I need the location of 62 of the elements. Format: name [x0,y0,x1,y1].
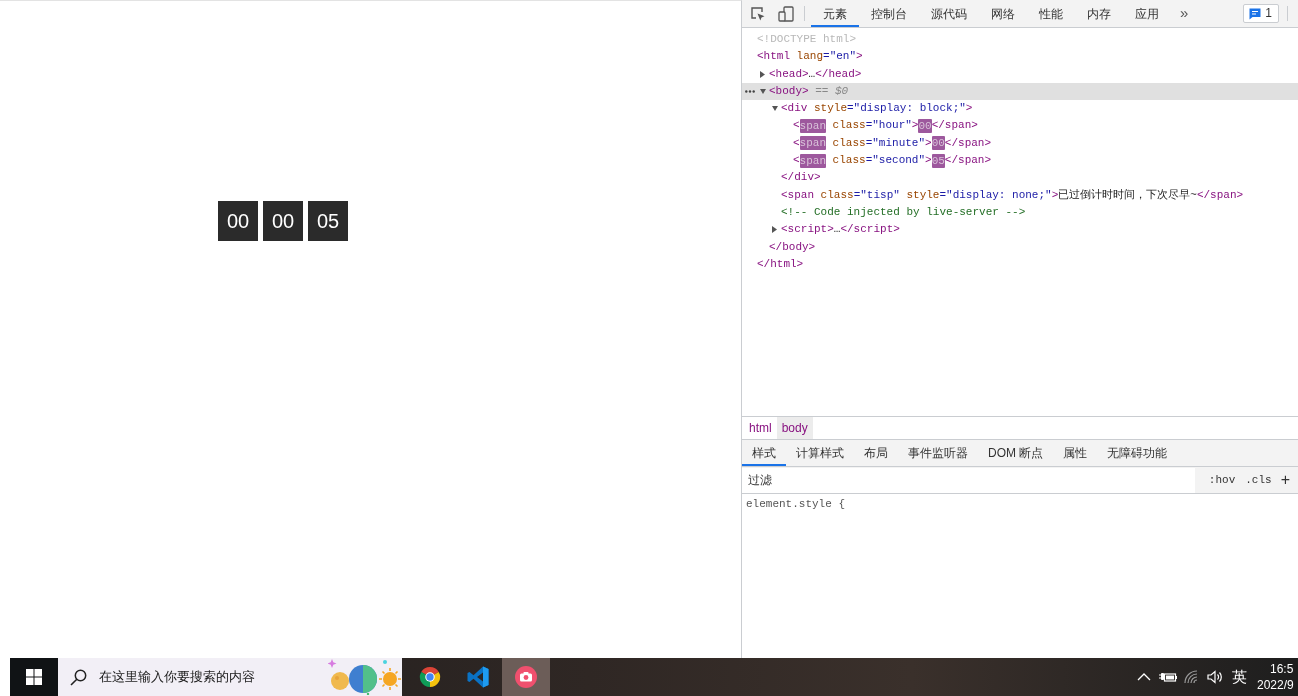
countdown-digits: 05 [308,201,348,241]
search-field[interactable]: 在这里输入你要搜索的内容 [99,667,328,687]
phone-tablet-icon [778,5,794,22]
styles-pane-tab[interactable]: 事件监听器 [898,440,978,467]
wifi-icon[interactable] [1184,670,1200,684]
message-icon [1249,7,1262,20]
ellipsis-icon[interactable] [745,89,755,93]
panel-tab[interactable]: 网络 [979,0,1027,27]
input-method-indicator[interactable]: 英 [1226,665,1252,689]
planets-illustration-icon [328,659,402,695]
styles-pane-tab[interactable]: 无障碍功能 [1097,440,1178,467]
styles-pane-tab[interactable]: 属性 [1053,440,1098,467]
dom-tree-node[interactable]: <html lang="en"> [742,48,1298,66]
dom-tree-node[interactable]: <span class="minute">00</span> [742,134,1298,153]
search-icon[interactable] [70,668,87,686]
cursor-in-box-icon [750,5,766,22]
circle-logo-icon [419,666,441,688]
new-rule-button[interactable]: + [1276,468,1294,493]
dom-tree-node[interactable]: <body> == $0 [742,82,1298,101]
window-grid-icon [26,669,42,685]
start-button[interactable] [10,658,58,696]
disclosure-triangle-icon[interactable] [772,226,777,234]
ribbon-logo-icon [466,665,490,689]
dom-closing-tag[interactable]: </div> [742,169,1298,187]
clock-date[interactable]: 2022/9 [1257,677,1298,693]
countdown-digits: 00 [263,201,303,241]
styles-pane-tab[interactable]: 布局 [854,440,898,467]
disclosure-triangle-icon[interactable] [760,70,765,78]
dom-tree-node[interactable]: <span class="second">05</span> [742,152,1298,170]
panel-tab[interactable]: 控制台 [859,0,919,27]
filter-field[interactable]: 过滤 [742,467,1195,493]
dom-closing-tag[interactable]: </body> [742,238,1298,256]
search-box[interactable]: 在这里输入你要搜索的内容 [58,658,402,696]
panel-tab[interactable]: 源代码 [919,0,979,27]
style-rule-text: element.style { [746,497,847,513]
panel-tab[interactable]: 内存 [1075,0,1123,27]
chevron-up-icon[interactable] [1137,673,1151,681]
disclosure-triangle-icon[interactable] [772,106,778,112]
breadcrumb-link[interactable]: body [776,417,813,440]
battery-plug-icon[interactable] [1159,671,1177,683]
volume-icon[interactable] [1207,670,1223,684]
panel-tab[interactable]: 应用 [1123,0,1171,27]
dom-tree-node[interactable]: <div style="display: block;"> [742,100,1298,118]
styles-pane-tab[interactable]: 计算样式 [786,440,854,467]
issues-button[interactable]: 1 [1243,4,1279,23]
more-tabs-button[interactable]: » [1171,0,1198,27]
camera-icon [515,666,537,688]
dom-tree-node[interactable]: <script>…</script> [742,221,1298,239]
style-toggle-button[interactable]: .cls [1240,472,1277,489]
dom-tree-node[interactable]: <span class="hour">00</span> [742,117,1298,135]
breadcrumb-link[interactable]: html [744,417,777,440]
dom-tree-node[interactable]: <head>…</head> [742,65,1298,83]
dom-tree-node[interactable]: <span class="tisp" style="display: none;">已过倒计时时间，下次尽早~</span> [742,186,1298,204]
disclosure-triangle-icon[interactable] [760,89,766,95]
panel-tab[interactable]: 性能 [1027,0,1075,27]
dom-tree-node[interactable]: <!-- Code injected by live-server --> [742,203,1298,222]
clock-time[interactable]: 16:5 [1270,661,1298,677]
dom-closing-tag[interactable]: </html> [742,255,1298,274]
countdown-digits: 00 [218,201,258,241]
styles-pane-tab[interactable]: DOM 断点 [978,440,1054,467]
taskbar-app-button[interactable] [502,658,550,696]
style-toggle-button[interactable]: :hov [1203,472,1241,489]
